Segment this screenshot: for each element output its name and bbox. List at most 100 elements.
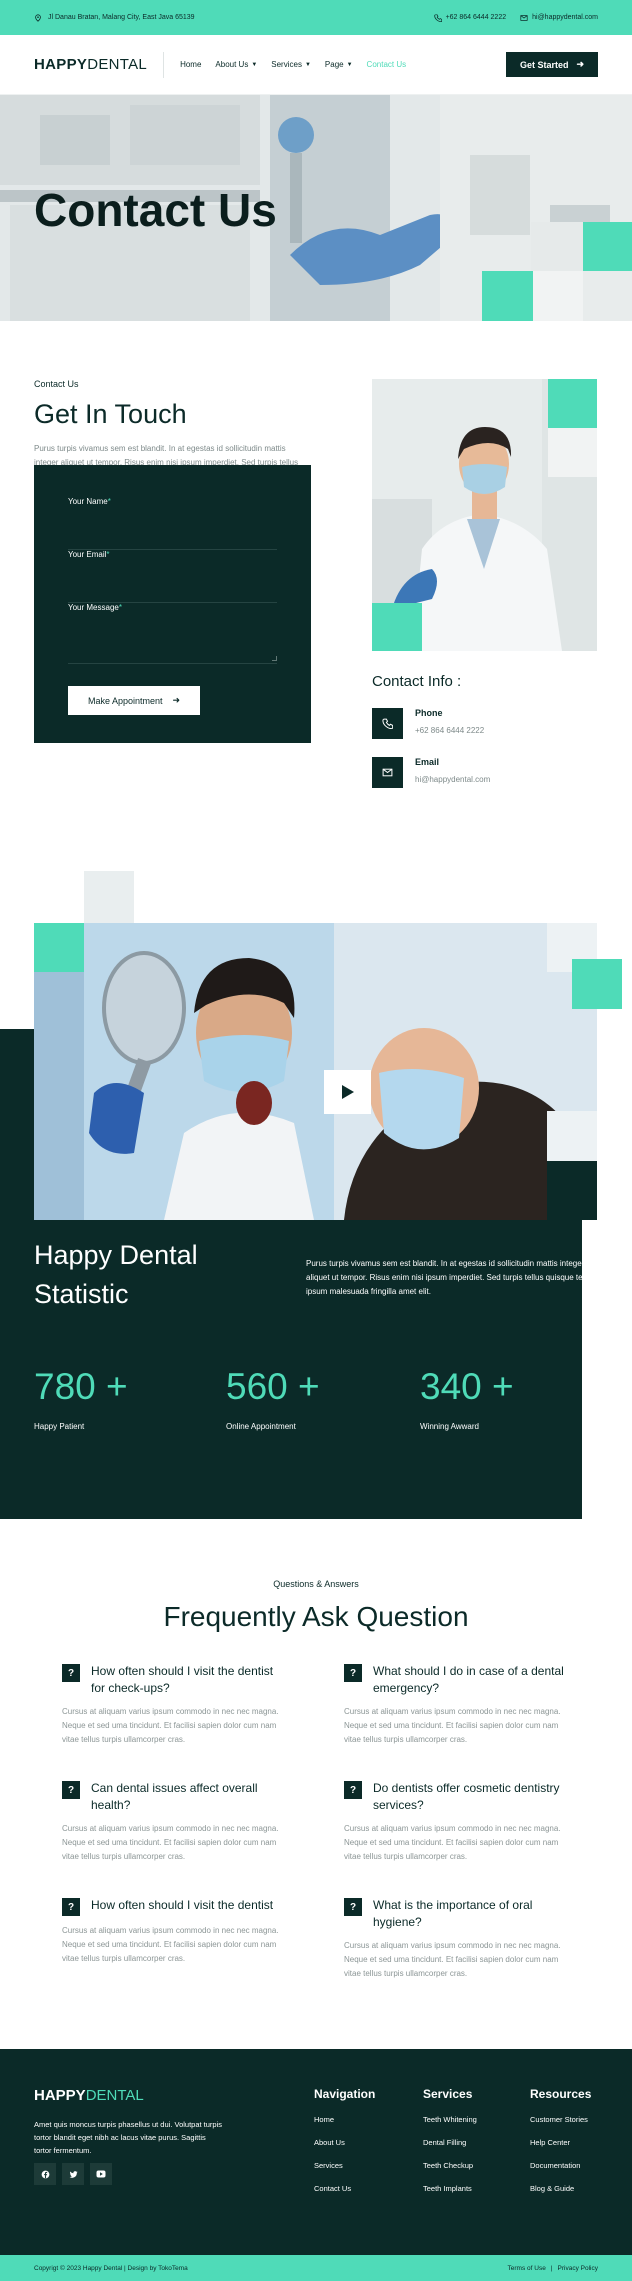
legal-separator: | [550,2264,553,2272]
footer-link[interactable]: Teeth Checkup [423,2161,477,2170]
nav-contact[interactable]: Contact Us [367,60,407,69]
footer-link[interactable]: Help Center [530,2138,591,2147]
decor-square [583,222,632,271]
social-links [34,2163,112,2185]
topbar-email-text: hi@happydental.com [532,14,598,21]
stat-label: Online Appointment [226,1422,296,1431]
nav-home[interactable]: Home [180,60,201,69]
stat-number: 780 + [34,1366,128,1407]
faq-answer: Cursus at aliquam varius ipsum commodo i… [344,1824,561,1861]
nav-page-label: Page [324,60,344,69]
footer-link[interactable]: Blog & Guide [530,2184,591,2193]
question-icon: ? [62,1898,80,1916]
faq-item[interactable]: ? Do dentists offer cosmetic dentistry se… [344,1780,570,1864]
contact-section: Contact Us Get In Touch Purus turpis viv… [0,321,632,861]
stat-label: Winning Awward [420,1422,479,1431]
footer-logo-bold: HAPPY [34,2087,86,2104]
mail-icon [520,14,528,21]
statistic-title: Happy Dental Statistic [34,1240,198,1309]
faq-question: What should I do in case of a dental eme… [373,1664,564,1695]
faq-item[interactable]: ? Can dental issues affect overall health… [62,1780,288,1864]
footer-link[interactable]: Dental Filling [423,2138,477,2147]
decor-square [548,428,597,477]
phone-value: +62 864 6444 2222 [415,726,485,735]
faq-question: Can dental issues affect overall health? [91,1781,258,1812]
logo-bold: HAPPY [34,56,88,73]
email-field[interactable]: Your Email* [68,550,277,603]
message-field[interactable]: Your Message* [68,603,277,664]
stat-winning-award: 340 + Winning Awward [420,1366,514,1431]
youtube-icon[interactable] [90,2163,112,2185]
footer-description: Amet quis moncus turpis phasellus ut dui… [34,2120,223,2155]
footer-link[interactable]: Teeth Whitening [423,2115,477,2124]
topbar-phone[interactable]: +62 864 6444 2222 [433,13,507,22]
play-button[interactable] [324,1070,371,1114]
footer-logo-light: DENTAL [85,2087,144,2104]
faq-item[interactable]: ? What should I do in case of a dental em… [344,1663,570,1747]
faq-section: Questions & Answers Frequently Ask Quest… [0,1519,632,2049]
footer-link[interactable]: Contact Us [314,2184,375,2193]
copyright-text: Copyrigt © 2023 Happy Dental | Design by… [34,2264,188,2272]
faq-answer: Cursus at aliquam varius ipsum commodo i… [62,1707,279,1744]
footer-logo[interactable]: HAPPYDENTAL [34,2087,144,2104]
video-thumbnail[interactable] [34,923,597,1220]
decor-square [548,379,597,428]
email-info[interactable]: Email hi@happydental.com [372,757,597,788]
faq-answer: Cursus at aliquam varius ipsum commodo i… [344,1707,561,1744]
faq-item[interactable]: ? How often should I visit the dentist fo… [62,1663,288,1747]
phone-icon [372,708,403,739]
decor-square [533,271,583,321]
hero-banner: Contact Us [0,95,632,321]
statistic-description: Purus turpis vivamus sem est blandit. In… [306,1259,595,1296]
email-value: hi@happydental.com [415,775,491,784]
play-icon [341,1085,354,1099]
footer-col-title: Resources [530,2087,592,2101]
topbar-email[interactable]: hi@happydental.com [520,14,598,22]
footer-link[interactable]: Teeth Implants [423,2184,477,2193]
faq-question: Do dentists offer cosmetic dentistry ser… [373,1781,560,1812]
privacy-link[interactable]: Privacy Policy [558,2265,598,2272]
facebook-icon[interactable] [34,2163,56,2185]
footer-link[interactable]: Customer Stories [530,2115,591,2124]
footer-link[interactable]: Home [314,2115,375,2124]
statistic-section: Happy Dental Statistic Purus turpis viva… [0,861,632,1519]
phone-info[interactable]: Phone +62 864 6444 2222 [372,708,597,739]
resize-grip-icon[interactable] [272,656,277,661]
faq-item[interactable]: ? How often should I visit the dentist Cu… [62,1897,288,1966]
decor-square [547,1111,597,1161]
decor-square [482,271,533,321]
footer-col-title: Navigation [314,2087,376,2101]
page-title: Contact Us [34,184,277,236]
legal-links: Terms of Use | Privacy Policy [508,2265,598,2272]
arrow-right-icon: ➜ [172,695,181,705]
top-bar: Jl Danau Bratan, Malang City, East Java … [0,0,632,35]
site-header: HAPPY DENTAL Home About Us ▼ Services ▼ Pag… [0,35,632,95]
make-appointment-label: Make Appointment [87,695,163,706]
nav-about[interactable]: About Us ▼ [215,60,257,69]
get-started-button[interactable]: Get Started ➜ [505,52,598,77]
question-icon: ? [344,1898,362,1916]
contact-info: Contact Info : Phone +62 864 6444 2222 E… [372,673,597,788]
logo[interactable]: HAPPY DENTAL [34,56,147,73]
footer-col-services: Services Teeth Whitening Dental Filling … [423,2087,477,2193]
nav-services[interactable]: Services ▼ [271,60,311,69]
footer-link[interactable]: Documentation [530,2161,591,2170]
name-field[interactable]: Your Name* [68,497,277,550]
faq-item[interactable]: ? What is the importance of oral hygiene?… [344,1897,570,1981]
question-icon: ? [62,1664,80,1682]
topbar-phone-text: +62 864 6444 2222 [445,14,507,21]
faq-eyebrow: Questions & Answers [273,1579,359,1589]
footer-link[interactable]: About Us [314,2138,375,2147]
nav-page[interactable]: Page ▼ [325,60,353,69]
nav-services-label: Services [271,60,302,69]
dentist-patient-image [34,923,597,1220]
make-appointment-button[interactable]: Make Appointment ➜ [68,686,200,715]
terms-link[interactable]: Terms of Use [508,2265,546,2272]
stat-number: 340 + [420,1366,514,1407]
nav-home-label: Home [180,60,202,69]
site-footer: HAPPYDENTAL Amet quis moncus turpis phas… [0,2049,632,2281]
faq-question: How often should I visit the dentist [91,1898,274,1912]
footer-link[interactable]: Services [314,2161,375,2170]
decor-square [547,871,597,923]
twitter-icon[interactable] [62,2163,84,2185]
